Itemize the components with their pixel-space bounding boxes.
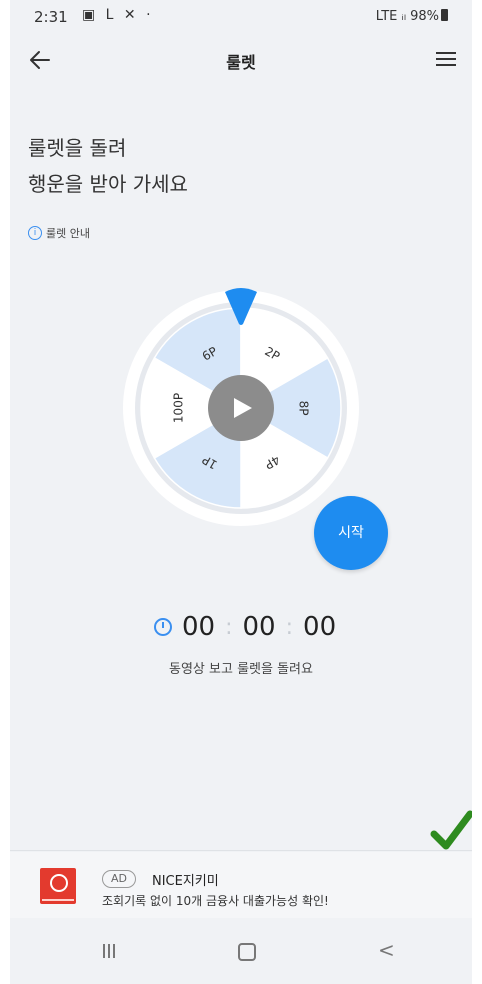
recent-apps-icon[interactable] [103, 944, 115, 958]
status-time: 2:31 [34, 8, 68, 26]
roulette-wheel: 6P 2P 8P 4P 1P 100P [121, 288, 361, 528]
clock-icon [154, 618, 172, 636]
app-screen: 2:31 ▣ L ✕ · LTE ᵢₗ 98% 룰렛 룰렛을 돌려 행운을 받아… [10, 0, 472, 984]
timer-caption: 동영상 보고 룰렛을 돌려요 [169, 662, 313, 677]
countdown-timer: 00 : 00 : 00 [154, 612, 336, 642]
wheel-segment-label: 100P [172, 393, 186, 423]
ad-divider [10, 850, 472, 851]
checkmark-icon [430, 810, 472, 850]
nav-back-icon[interactable]: < [378, 938, 395, 962]
ad-badge: AD [102, 870, 136, 888]
signal-battery-text: LTE ᵢₗ 98% [375, 9, 439, 24]
guide-label: 룰렛 안내 [46, 227, 90, 240]
roulette-svg: 6P 2P8P4P1P100P [123, 288, 359, 526]
headline-line-1: 룰렛을 돌려 [28, 136, 127, 160]
wheel-segment-label: 8P [297, 401, 311, 416]
headline-line-2: 행운을 받아 가세요 [28, 172, 188, 196]
system-nav-bar: < [10, 918, 472, 984]
roulette-guide-link[interactable]: i 룰렛 안내 [28, 225, 90, 241]
home-icon[interactable] [238, 943, 256, 961]
ad-banner[interactable]: AD NICE지키미 조회기록 없이 10개 금융사 대출가능성 확인! [10, 852, 472, 918]
timer-minutes: 00 [242, 612, 276, 642]
notification-icons: ▣ L ✕ · [82, 7, 154, 23]
hamburger-menu-icon[interactable] [434, 48, 458, 70]
start-button[interactable]: 시작 [314, 496, 388, 570]
ad-logo [40, 868, 76, 904]
battery-icon [441, 9, 448, 21]
status-bar: 2:31 ▣ L ✕ · LTE ᵢₗ 98% [10, 0, 472, 36]
timer-separator: : [225, 614, 233, 640]
info-icon: i [28, 226, 42, 240]
ad-brand: NICE지키미 [152, 874, 219, 889]
timer-hours: 00 [182, 612, 216, 642]
timer-seconds: 00 [303, 612, 337, 642]
ad-text: 조회기록 없이 10개 금융사 대출가능성 확인! [102, 894, 329, 908]
app-bar: 룰렛 [10, 36, 472, 84]
page-title: 룰렛 [226, 53, 256, 72]
timer-separator: : [285, 614, 294, 640]
status-right: LTE ᵢₗ 98% [376, 9, 448, 24]
headline: 룰렛을 돌려 행운을 받아 가세요 [28, 130, 188, 202]
